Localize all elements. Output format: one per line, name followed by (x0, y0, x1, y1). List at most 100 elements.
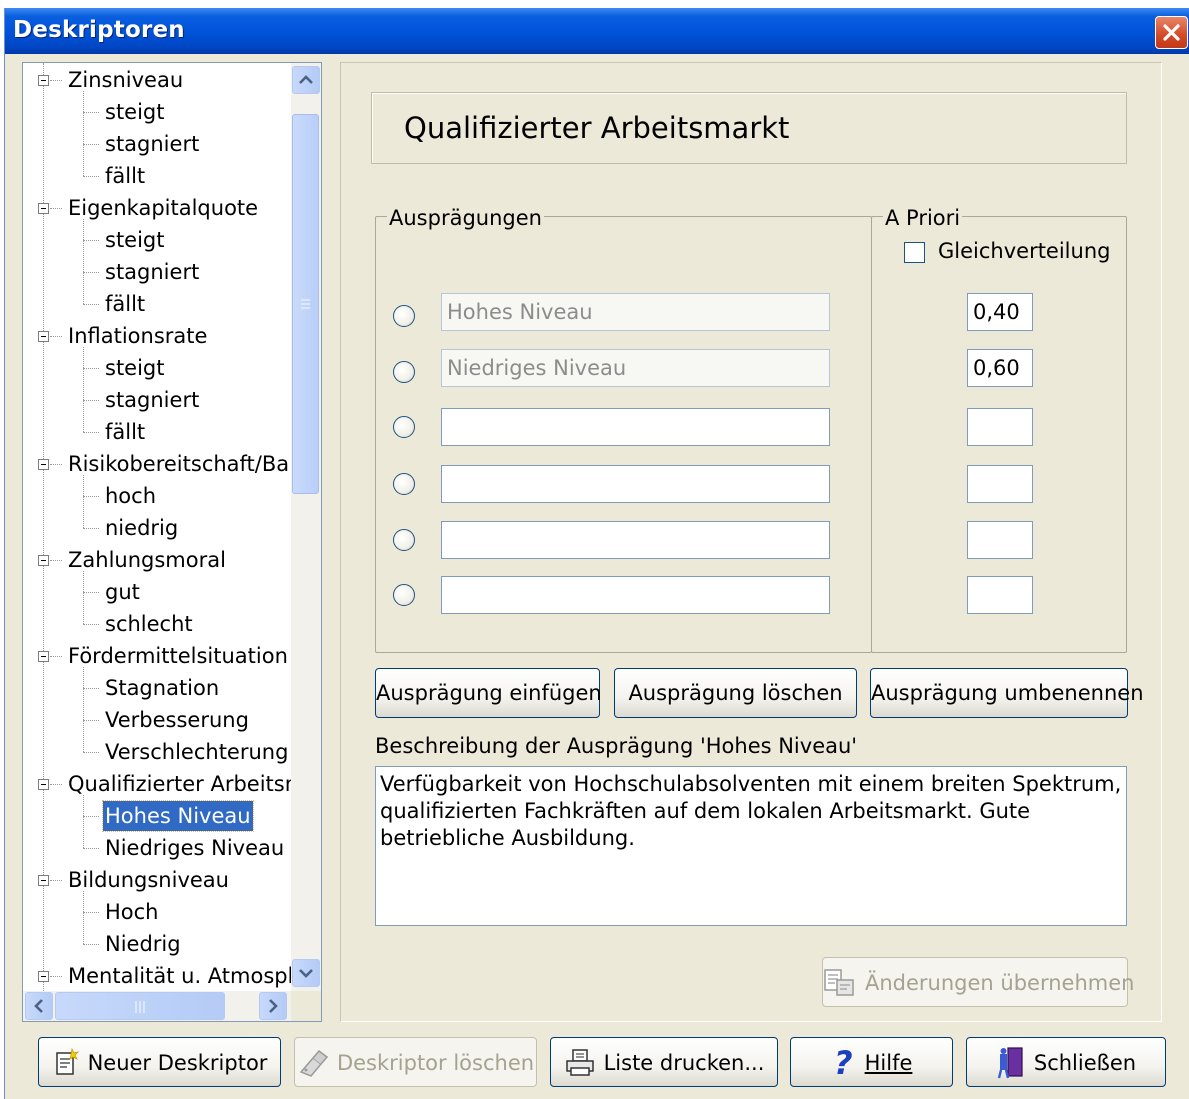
close-window-button[interactable] (1155, 16, 1188, 49)
scroll-right-button[interactable] (259, 992, 287, 1020)
chevron-right-icon (269, 999, 278, 1013)
collapse-toggle[interactable] (38, 875, 49, 886)
tree-node[interactable]: Inflationsrate (68, 321, 207, 351)
auspraegung-radio[interactable] (393, 584, 415, 606)
tree-connector (50, 464, 62, 465)
prior-field[interactable] (967, 521, 1033, 559)
tree-node[interactable]: Eigenkapitalquote (68, 193, 258, 223)
collapse-toggle[interactable] (38, 651, 49, 662)
new-descriptor-button[interactable]: Neuer Deskriptor (38, 1037, 281, 1087)
scroll-left-button[interactable] (25, 992, 53, 1020)
chevron-down-icon (299, 969, 313, 978)
tree-node[interactable]: Zinsniveau (68, 65, 183, 95)
delete-auspraegung-button[interactable]: Ausprägung löschen (614, 668, 857, 718)
description-textarea[interactable]: Verfügbarkeit von Hochschulabsolventen m… (375, 766, 1127, 926)
tree-leaf[interactable]: steigt (105, 97, 165, 127)
auspraegung-field[interactable] (441, 465, 830, 503)
collapse-toggle[interactable] (38, 331, 49, 342)
apply-changes-button[interactable]: Änderungen übernehmen (822, 957, 1134, 1007)
tree-node[interactable]: Mentalität u. Atmosphär (68, 961, 291, 991)
scroll-up-button[interactable] (292, 66, 320, 94)
tree-connector (83, 272, 99, 273)
close-button[interactable]: Schließen (966, 1037, 1166, 1087)
prior-field[interactable]: 0,40 (967, 293, 1033, 331)
tree-leaf[interactable]: steigt (105, 353, 165, 383)
auspraegung-field[interactable] (441, 576, 830, 614)
descriptor-tree[interactable]: Zinsniveau steigt stagniert fällt Eigenkapit… (22, 62, 322, 1022)
tree-horizontal-scrollbar[interactable] (23, 991, 291, 1021)
auspraegung-field[interactable] (441, 521, 830, 559)
tree-connector (83, 667, 84, 752)
tree-leaf[interactable]: stagniert (105, 385, 199, 415)
collapse-toggle[interactable] (38, 203, 49, 214)
auspraegung-radio[interactable] (393, 416, 415, 438)
tree-leaf[interactable]: Hohes Niveau (102, 800, 254, 832)
title-bar[interactable]: Deskriptoren (5, 8, 1189, 54)
tree-leaf[interactable]: stagniert (105, 257, 199, 287)
collapse-toggle[interactable] (38, 779, 49, 790)
prior-field[interactable] (967, 465, 1033, 503)
auspraegung-radio[interactable] (393, 473, 415, 495)
tree-connector (83, 571, 84, 624)
description-label: Beschreibung der Ausprägung 'Hohes Nivea… (375, 734, 858, 758)
new-descriptor-label: Neuer Deskriptor (87, 1051, 268, 1075)
tree-connector (83, 144, 99, 145)
tree-leaf[interactable]: Verschlechterung (105, 737, 288, 767)
help-button[interactable]: ? Hilfe (790, 1037, 953, 1087)
tree-node[interactable]: Zahlungsmoral (68, 545, 226, 575)
tree-leaf[interactable]: stagniert (105, 129, 199, 159)
help-label: Hilfe (864, 1051, 913, 1075)
eraser-icon (299, 1049, 329, 1077)
exit-door-icon (997, 1047, 1023, 1079)
gleichverteilung-label: Gleichverteilung (938, 239, 1111, 263)
auspraegung-field[interactable]: Niedriges Niveau (441, 349, 830, 387)
collapse-toggle[interactable] (38, 555, 49, 566)
rename-auspraegung-button[interactable]: Ausprägung umbenennen (870, 668, 1144, 718)
tree-node[interactable]: Fördermittelsituation (68, 641, 288, 671)
tree-connector (83, 304, 99, 305)
insert-auspraegung-button[interactable]: Ausprägung einfügen (375, 668, 602, 718)
auspraegung-radio[interactable] (393, 361, 415, 383)
tree-leaf[interactable]: Hoch (105, 897, 159, 927)
tree-leaf[interactable]: fällt (105, 161, 145, 191)
auspraegung-radio[interactable] (393, 529, 415, 551)
close-label: Schließen (1033, 1051, 1137, 1075)
tree-leaf[interactable]: Niedrig (105, 929, 181, 959)
tree-connector (50, 208, 62, 209)
scroll-thumb[interactable] (292, 114, 319, 494)
collapse-toggle[interactable] (38, 971, 49, 982)
descriptor-title: Qualifizierter Arbeitsmarkt (404, 111, 790, 145)
tree-leaf[interactable]: niedrig (105, 513, 178, 543)
tree-leaf[interactable]: Niedriges Niveau (105, 833, 284, 863)
print-list-button[interactable]: Liste drucken... (550, 1037, 778, 1087)
auspraegung-field[interactable]: Hohes Niveau (441, 293, 830, 331)
tree-node[interactable]: Risikobereitschaft/Bank (68, 449, 291, 479)
tree-leaf[interactable]: fällt (105, 289, 145, 319)
prior-field[interactable]: 0,60 (967, 349, 1033, 387)
prior-field[interactable] (967, 576, 1033, 614)
gleichverteilung-checkbox[interactable] (904, 242, 925, 263)
tree-leaf[interactable]: fällt (105, 417, 145, 447)
tree-leaf[interactable]: Verbesserung (105, 705, 249, 735)
tree-connector (83, 891, 84, 944)
tree-leaf[interactable]: steigt (105, 225, 165, 255)
delete-descriptor-button[interactable]: Deskriptor löschen (294, 1037, 537, 1087)
apriori-group-label: A Priori (883, 206, 963, 230)
tree-node[interactable]: Qualifizierter Arbeitsmarl (68, 769, 291, 799)
auspraegung-radio[interactable] (393, 305, 415, 327)
tree-node[interactable]: Bildungsniveau (68, 865, 229, 895)
prior-field[interactable] (967, 408, 1033, 446)
scrollbar-corner (291, 991, 321, 1021)
tree-leaf[interactable]: schlecht (105, 609, 193, 639)
collapse-toggle[interactable] (38, 75, 49, 86)
tree-leaf[interactable]: hoch (105, 481, 156, 511)
tree-leaf[interactable]: Stagnation (105, 673, 219, 703)
collapse-toggle[interactable] (38, 459, 49, 470)
tree-connector (83, 475, 84, 528)
tree-connector (83, 624, 99, 625)
auspraegung-field[interactable] (441, 408, 830, 446)
tree-leaf[interactable]: gut (105, 577, 140, 607)
scroll-down-button[interactable] (292, 959, 320, 987)
tree-vertical-scrollbar[interactable] (291, 63, 321, 991)
horizontal-scroll-thumb[interactable] (55, 992, 225, 1020)
